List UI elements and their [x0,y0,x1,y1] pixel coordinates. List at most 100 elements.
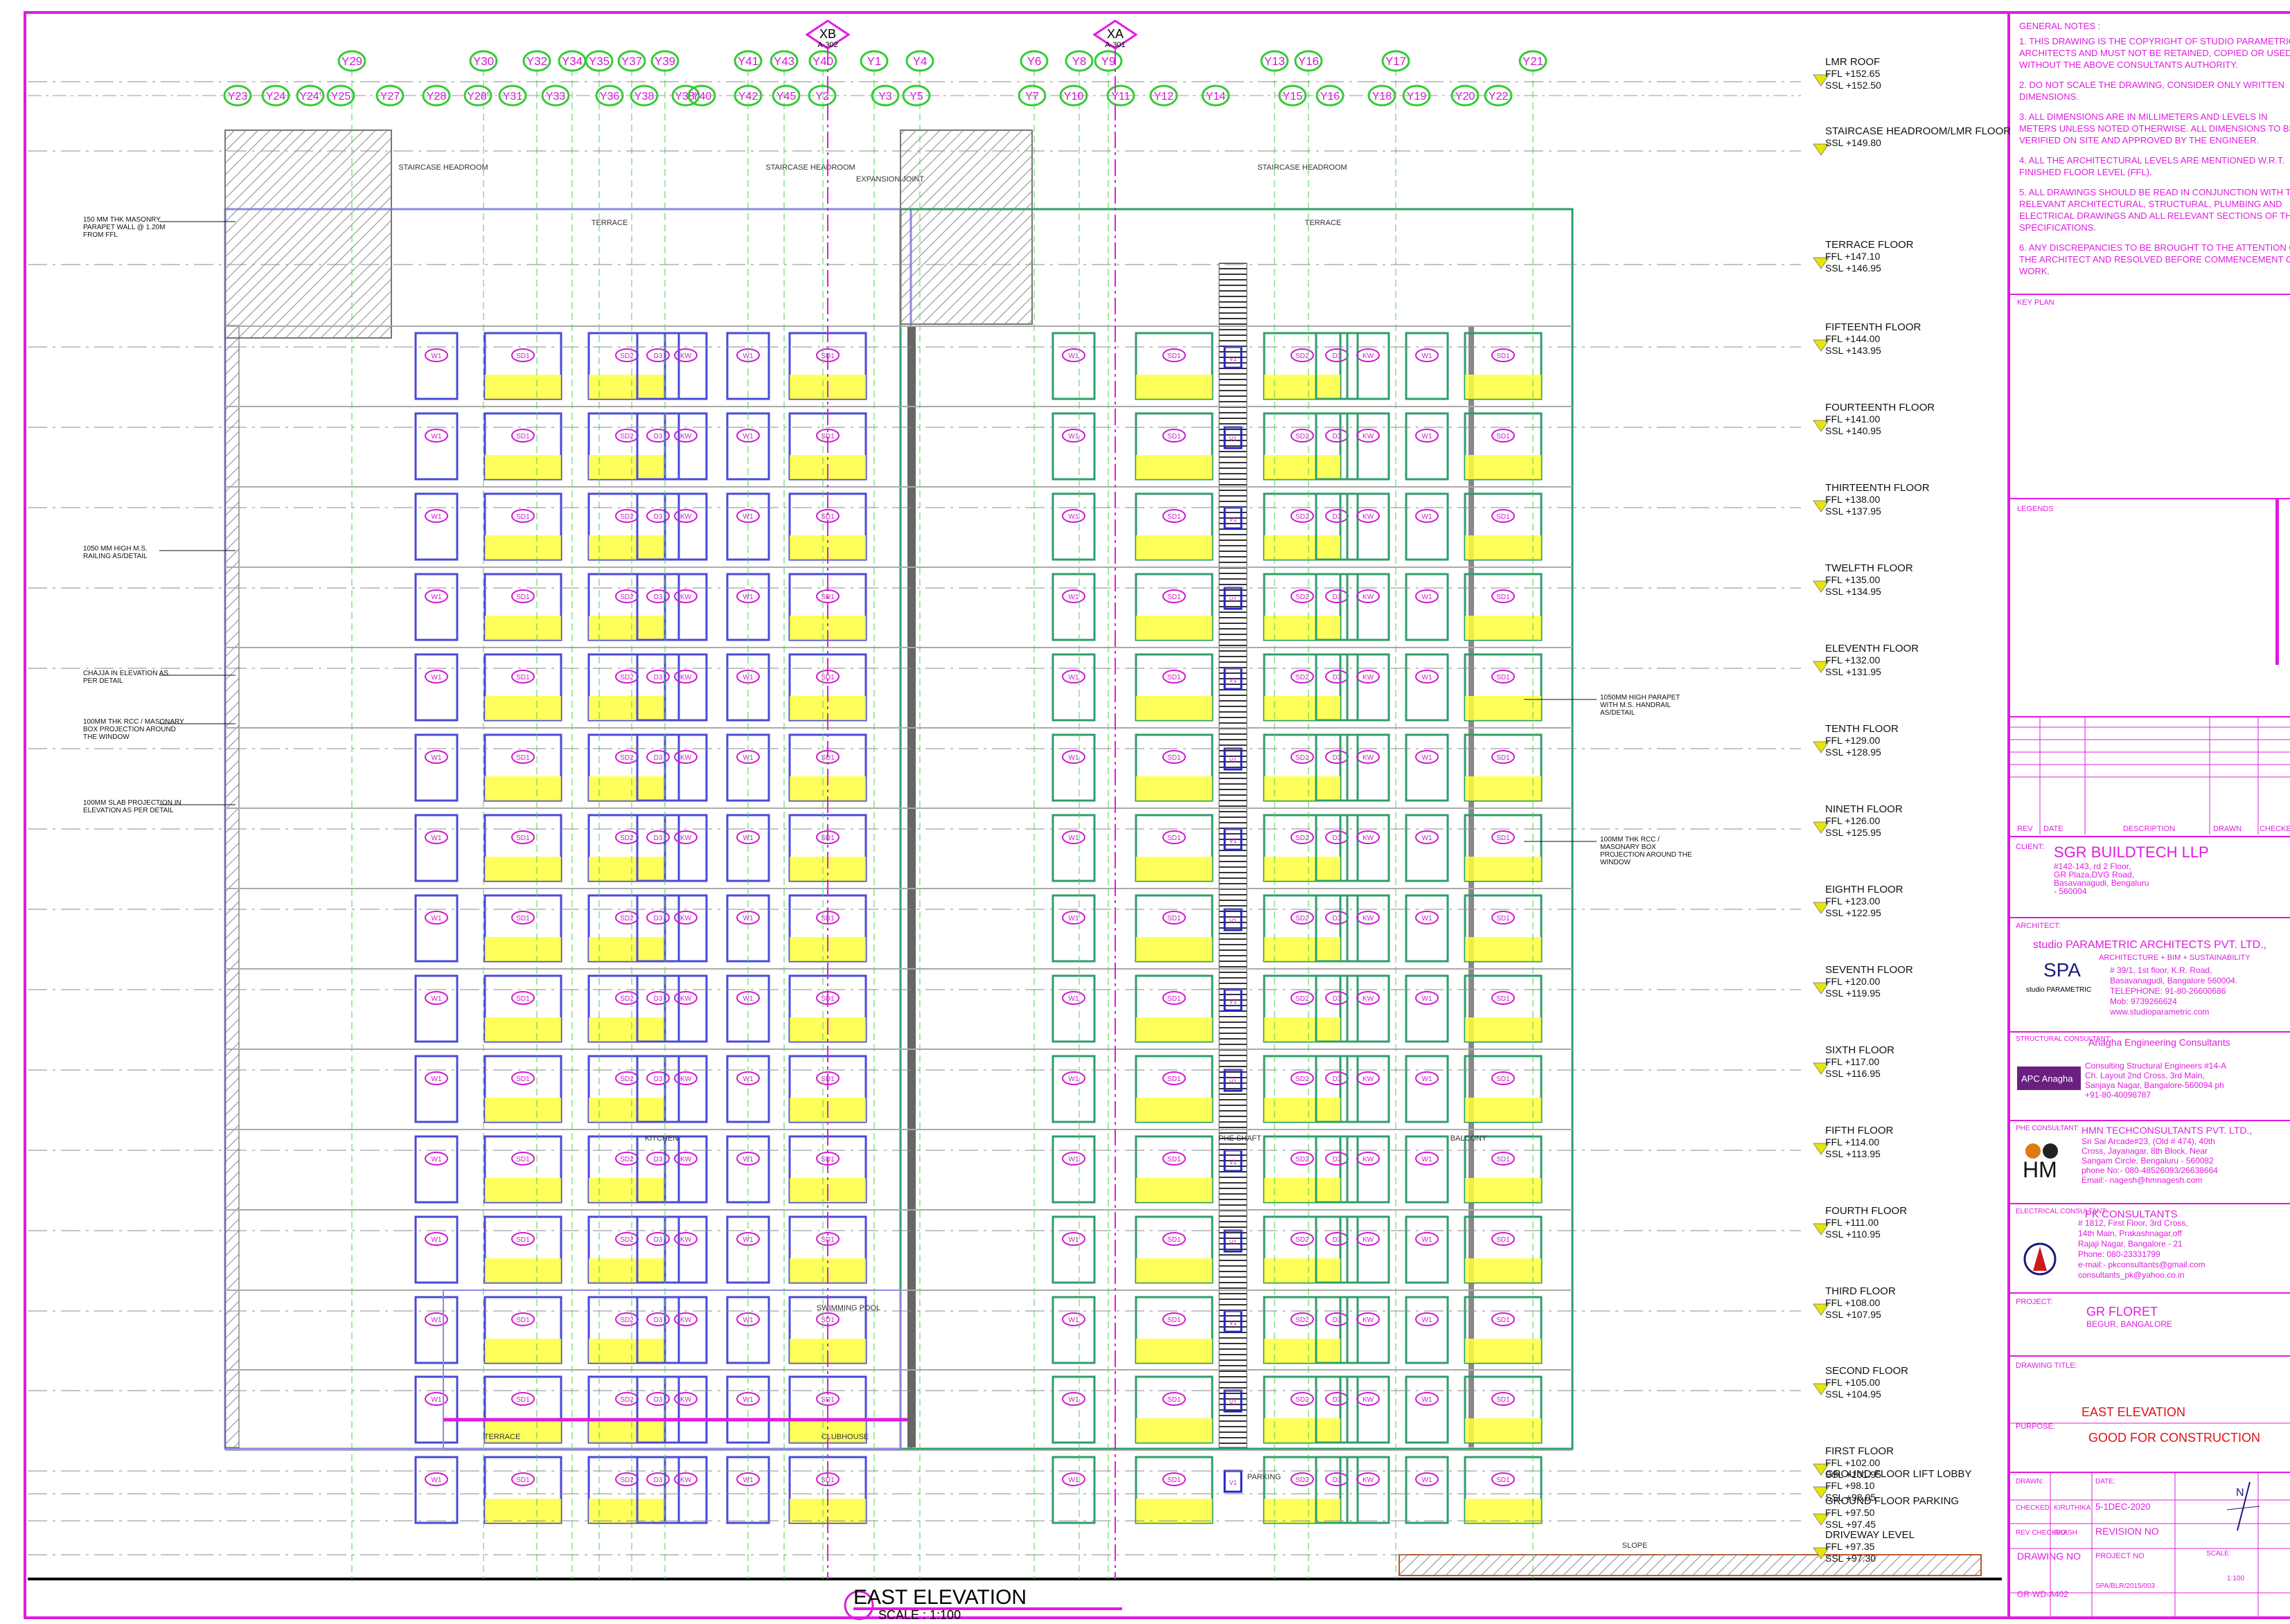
general-note-line: ELECTRICAL DRAWINGS AND ALL RELEVANT SEC… [2019,211,2290,221]
balcony-railing [589,776,665,801]
grid-label: Y6 [1027,55,1042,68]
level-name: FIFTH FLOOR [1825,1125,1893,1136]
level-name: FOURTEENTH FLOOR [1825,402,1935,413]
balcony-railing [1465,1418,1541,1443]
window-tag: SD2 [1295,995,1309,1003]
driveway-slope [1399,1554,1982,1576]
window-tag: D3 [654,995,663,1003]
electrical-address: Phone: 080-23331799 [2078,1249,2160,1259]
window-tag: D3 [1333,1317,1342,1324]
window-tag: SD1 [516,835,530,842]
level-name: THIRD FLOOR [1825,1285,1896,1297]
room-label: TERRACE [1305,219,1342,227]
purpose-value: GOOD FOR CONSTRUCTION [2088,1431,2260,1445]
window-frame [664,733,708,802]
window-frame [1051,894,1096,963]
level-ffl: FFL +102.00 [1825,1457,1880,1468]
balcony-railing [1264,1258,1340,1283]
window-frame [726,1296,770,1364]
room-label: BALCONY [1450,1134,1487,1143]
grid-label: Y1 [867,55,882,68]
level-name: SEVENTH FLOOR [1825,964,1913,976]
balcony-railing [1465,776,1541,801]
window-tag: KW [680,915,692,922]
room-label: PHE SHAFT [1218,1134,1261,1143]
balcony-railing [1264,1178,1340,1202]
scale-label: SCALE: [2206,1550,2231,1558]
vent-tag: V1 [1229,1319,1236,1326]
window-tag: KW [680,674,692,681]
structural-address: Sanjaya Nagar, Bangalore-560094 ph [2085,1080,2224,1090]
level-name: SECOND FLOOR [1825,1365,1908,1377]
window-tag: KW [680,1156,692,1163]
grid-label: Y8 [1072,55,1087,68]
window-frame [1051,412,1096,481]
structural-address: Consulting Structural Engineers #14-A [2085,1061,2226,1071]
window-tag: D3 [1333,1396,1342,1404]
window-frame [1051,653,1096,722]
balcony-railing [1465,857,1541,881]
window-frame [1051,1215,1096,1284]
general-note-line: RELEVANT ARCHITECTURAL, STRUCTURAL, PLUM… [2019,199,2282,209]
window-tag: W1 [1422,674,1432,681]
legends-label: LEGENDS [2017,505,2054,513]
level-ffl: FFL +123.00 [1825,895,1880,907]
grid-label: Y28' [467,91,489,102]
grid-label: Y16 [1320,91,1340,102]
window-frame [414,974,459,1043]
right-annotation-line: WITH M.S. HANDRAIL [1600,702,1671,709]
window-frame [1405,1456,1449,1524]
grid-label: Y38 [634,91,655,102]
window-tag: SD1 [1496,594,1510,601]
rev-checked-value: AKASH [2054,1529,2077,1537]
grid-label: Y5 [909,91,923,102]
window-frame [414,1215,459,1284]
phe-logo-dot [2025,1143,2041,1159]
architect-label: ARCHITECT: [2016,922,2061,930]
balcony-railing [485,776,561,801]
window-tag: SD1 [1167,1076,1181,1083]
phe-address: Sri Sai Arcade#23, (Old # 474), 40th [2082,1136,2215,1146]
window-tag: D3 [1333,1476,1342,1484]
window-frame [664,653,708,722]
window-tag: SD1 [1167,1476,1181,1484]
project-no-label: PROJECT NO [2095,1552,2145,1560]
right-annotation-line: 1050MM HIGH PARAPET [1600,694,1680,702]
window-frame [414,332,459,400]
phe-name: HMN TECHCONSULTANTS PVT. LTD., [2082,1125,2252,1136]
vent-tag: V1 [1229,837,1236,844]
rev-header: REV [2017,825,2033,833]
phe-logo-dot [2043,1143,2058,1159]
window-tag: SD1 [1496,674,1510,681]
balcony-railing [589,696,665,720]
general-notes-heading: GENERAL NOTES : [2019,21,2100,31]
window-tag: KW [1363,835,1374,842]
grid-label: Y36 [600,91,620,102]
window-frame [1346,412,1390,481]
balcony-railing [485,937,561,961]
window-frame [414,1456,459,1524]
window-frame [1405,1375,1449,1444]
window-tag: SD2 [1295,1396,1309,1404]
staircase-hatch-a [224,130,392,339]
balcony-railing [485,696,561,720]
window-tag: SD1 [1496,1476,1510,1484]
window-tag: W1 [432,1396,442,1404]
window-tag: W1 [1422,995,1432,1003]
window-tag: SD1 [1496,1236,1510,1244]
level-ssl: SSL +146.95 [1825,262,1881,274]
window-tag: KW [1363,995,1374,1003]
general-note-line: FINISHED FLOOR LEVEL (FFL). [2019,167,2152,177]
balcony-railing [1136,1339,1212,1363]
general-note-line: WITHOUT THE ABOVE CONSULTANTS AUTHORITY. [2019,60,2238,70]
revision-label: REVISION NO [2095,1526,2159,1537]
phe-address: Email:- nagesh@hmnagesh.com [2082,1175,2202,1185]
window-tag: D3 [1333,915,1342,922]
window-tag: KW [680,1317,692,1324]
grid-label: Y35 [589,55,610,68]
grid-label: Y45 [776,91,797,102]
window-tag: SD1 [516,353,530,360]
window-tag: D3 [654,353,663,360]
grid-label: Y14 [1206,91,1226,102]
window-tag: W1 [1069,1317,1079,1324]
